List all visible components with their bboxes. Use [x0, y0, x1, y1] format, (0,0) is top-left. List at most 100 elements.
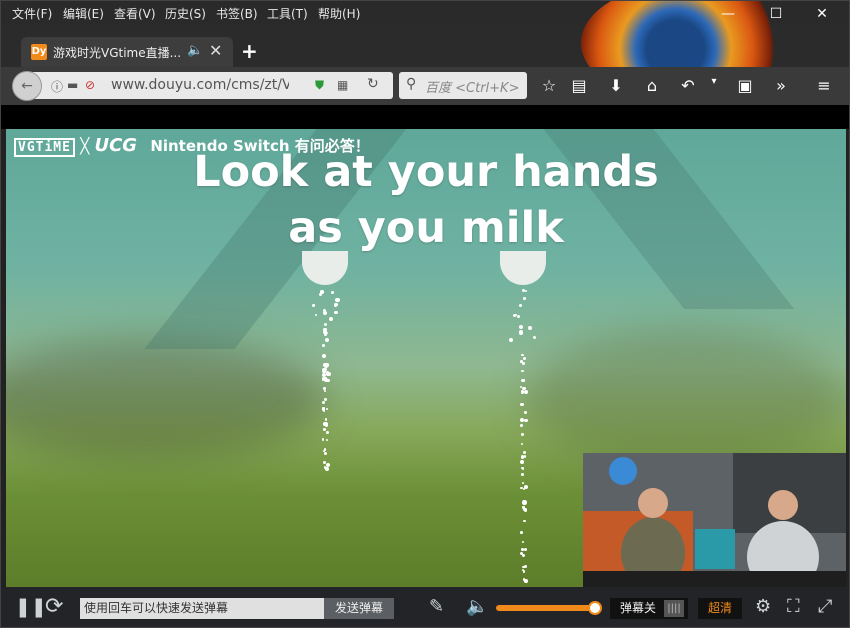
milk-droplet: [521, 443, 524, 446]
milk-droplet: [321, 353, 327, 358]
milk-droplet: [330, 290, 334, 294]
milk-droplet: [322, 406, 325, 410]
menu-edit[interactable]: 编辑(E): [63, 5, 104, 22]
hamburger-menu-icon[interactable]: ≡: [813, 76, 835, 95]
milk-droplet: [335, 303, 338, 306]
menu-help[interactable]: 帮助(H): [318, 5, 360, 22]
settings-gear-icon[interactable]: ⚙: [755, 596, 771, 617]
menu-history[interactable]: 历史(S): [165, 5, 206, 22]
milk-droplet: [518, 304, 522, 308]
milk-droplet: [523, 519, 526, 523]
refresh-icon[interactable]: ⟳: [45, 594, 63, 619]
url-text[interactable]: www.douyu.com/cms/zt/VG: [111, 77, 289, 93]
milk-droplet: [329, 316, 334, 321]
milk-droplet: [522, 566, 525, 569]
milk-droplet: [524, 547, 528, 551]
fullscreen-icon[interactable]: ⤢: [818, 596, 832, 617]
milk-droplet: [523, 356, 526, 360]
overflow-chevron-icon[interactable]: »: [770, 76, 792, 95]
back-arrow-icon[interactable]: ←: [12, 71, 42, 101]
search-placeholder: 百度 <Ctrl+K>: [425, 81, 520, 96]
volume-knob[interactable]: [588, 601, 602, 615]
douyu-favicon-icon: Dy: [31, 44, 47, 60]
danmu-toggle-label: 弹幕关: [620, 601, 657, 615]
shield-icon[interactable]: ⛊: [315, 78, 324, 93]
bookmark-star-icon[interactable]: ☆: [538, 76, 560, 95]
player-controls: ❚❚ ⟳ 使用回车可以快速发送弹幕 发送弹幕 ✎ 🔈 弹幕关 |||| 超清 ⚙…: [1, 587, 849, 627]
milk-droplet: [321, 343, 326, 348]
milk-droplet: [522, 468, 525, 471]
milk-droplet: [323, 421, 328, 427]
menu-tools[interactable]: 工具(T): [267, 5, 308, 22]
streamer-camera-pip: [583, 453, 846, 587]
menu-bookmarks[interactable]: 书签(B): [216, 5, 258, 22]
widescreen-icon[interactable]: ⛶: [787, 596, 800, 617]
milk-droplet: [323, 323, 327, 327]
milk-droplet: [516, 314, 520, 318]
milk-droplet: [522, 297, 526, 301]
volume-slider[interactable]: [496, 605, 593, 611]
maximize-button[interactable]: ☐: [761, 3, 791, 25]
qr-code-icon[interactable]: ▦: [337, 78, 348, 92]
menu-view[interactable]: 查看(V): [114, 5, 156, 22]
navigation-bar: ← ⓘ ▬ ⊘ www.douyu.com/cms/zt/VG ⛊ ▦ ↻ ⚲ …: [1, 67, 849, 105]
browser-window: 文件(F) 编辑(E) 查看(V) 历史(S) 书签(B) 工具(T) 帮助(H…: [0, 0, 850, 628]
milk-droplet: [325, 337, 330, 342]
milk-droplet: [522, 554, 526, 558]
url-bar[interactable]: ← ⓘ ▬ ⊘ www.douyu.com/cms/zt/VG ⛊ ▦ ↻: [12, 71, 393, 101]
milk-droplet: [525, 290, 528, 293]
milk-droplet: [527, 326, 533, 331]
udder-teat-right: [500, 251, 546, 285]
undo-icon[interactable]: ↶: [677, 76, 699, 95]
reading-list-icon[interactable]: ▤: [568, 76, 590, 95]
minimize-button[interactable]: —: [713, 3, 743, 25]
milk-droplet: [522, 379, 525, 382]
download-icon[interactable]: ⬇: [605, 76, 627, 95]
chevron-down-icon[interactable]: ▾: [703, 76, 725, 87]
blocked-icon[interactable]: ⊘: [85, 78, 95, 92]
tab-close-icon[interactable]: ✕: [209, 41, 222, 60]
milk-droplet: [315, 313, 318, 316]
close-window-button[interactable]: ✕: [807, 3, 837, 25]
speaker-icon[interactable]: 🔈: [187, 43, 203, 58]
search-icon: ⚲: [406, 76, 417, 92]
home-icon[interactable]: ⌂: [641, 76, 663, 95]
menu-file[interactable]: 文件(F): [12, 5, 52, 22]
tab-douyu[interactable]: Dy 游戏时光VGtime直播... 🔈 ✕: [21, 37, 233, 67]
milk-droplet: [321, 376, 325, 380]
headline-line-1: Look at your hands: [193, 147, 659, 197]
milk-droplet: [522, 569, 526, 573]
milk-droplet: [323, 389, 327, 393]
milk-droplet: [323, 363, 328, 368]
milk-droplet: [532, 335, 537, 340]
edit-icon[interactable]: ✎: [429, 596, 444, 617]
milk-droplet: [521, 473, 525, 476]
video-player[interactable]: VGTiME ╳ UCG Nintendo Switch 有问必答！ Look …: [6, 129, 846, 587]
milk-droplet: [520, 424, 524, 428]
milk-droplet: [325, 438, 329, 441]
tab-title: 游戏时光VGtime直播...: [53, 46, 182, 60]
new-tab-button[interactable]: +: [241, 39, 258, 63]
pause-icon[interactable]: ❚❚: [15, 596, 47, 618]
milk-droplet: [519, 325, 524, 330]
milk-droplet: [319, 293, 323, 297]
page-top-band: [1, 105, 849, 129]
milk-droplet: [521, 548, 524, 551]
plugin-icon[interactable]: ▬: [67, 78, 78, 92]
danmu-toggle[interactable]: 弹幕关 ||||: [610, 598, 688, 619]
milk-droplet: [335, 298, 340, 303]
reload-icon[interactable]: ↻: [367, 76, 379, 92]
milk-droplet: [322, 409, 326, 413]
toggle-switch-icon[interactable]: ||||: [664, 600, 684, 617]
quality-button[interactable]: 超清: [698, 598, 742, 619]
info-icon[interactable]: ⓘ: [51, 78, 63, 95]
send-danmu-button[interactable]: 发送弹幕: [324, 598, 394, 619]
search-bar[interactable]: ⚲ 百度 <Ctrl+K>: [399, 72, 527, 99]
milk-droplet: [520, 531, 524, 535]
danmu-input[interactable]: 使用回车可以快速发送弹幕: [80, 598, 324, 619]
volume-icon[interactable]: 🔈: [466, 596, 488, 617]
milk-droplet: [524, 455, 527, 458]
screenshot-icon[interactable]: ▣: [734, 76, 756, 95]
background-haze: [6, 339, 326, 459]
milk-droplet: [324, 467, 329, 472]
